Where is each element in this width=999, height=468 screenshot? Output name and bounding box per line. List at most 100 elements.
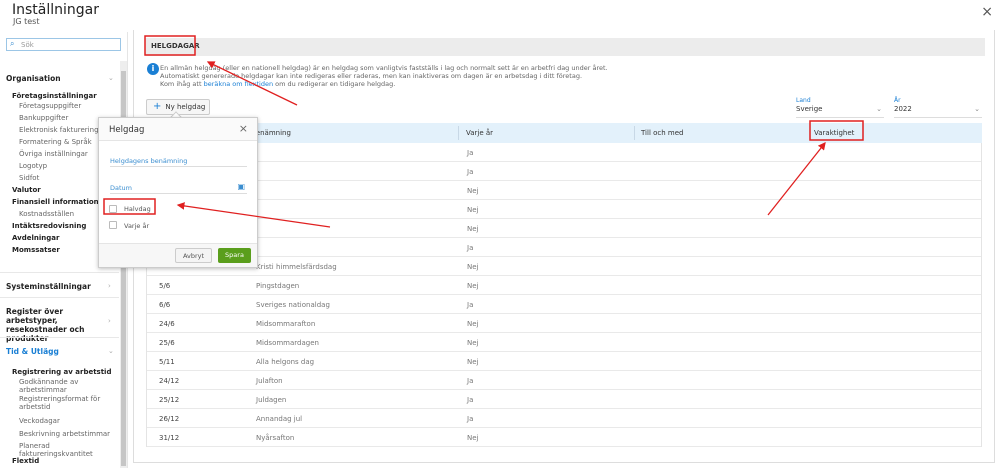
holiday-popup: Helgdag × Helgdagens benämning Datum ▣ Ha… [98,117,258,268]
table-row[interactable]: Ja [147,238,981,257]
column-divider [458,126,459,140]
every-year-checkbox[interactable] [109,221,117,229]
table-row[interactable]: 5/11 Alla helgons dag Nej [147,352,981,371]
date-cell: 6/6 [159,301,171,309]
country-select[interactable]: Sverige ⌄ [796,105,884,118]
table-row[interactable]: 6/6 Sveriges nationaldag Ja [147,295,981,314]
info-text-1: En allmän helgdag (eller en nationell he… [160,64,608,72]
every-year-cell: Ja [467,244,474,252]
calendar-icon[interactable]: ▣ [237,182,245,191]
every-year-cell: Ja [467,396,474,404]
table-row[interactable]: Ja [147,162,981,181]
name-cell: Annandag jul [256,415,303,423]
popup-header: Helgdag × [99,118,257,141]
name-cell: Pingstdagen [256,282,300,290]
every-year-cell: Nej [467,320,479,328]
search-placeholder: Sök [21,41,34,49]
sidebar-item[interactable]: Formatering & Språk [19,138,92,146]
every-year-cell: Ja [467,168,474,176]
sidebar-item[interactable]: Organisation [6,74,106,83]
info-text-2: Automatiskt genererade helgdagar kan int… [160,72,583,80]
name-cell: Sveriges nationaldag [256,301,330,309]
date-cell: 25/12 [159,396,180,404]
cancel-button[interactable]: Avbryt [175,248,212,263]
info-text-3-post: om du redigerar en tidigare helgdag. [273,80,396,88]
half-day-checkbox[interactable] [109,205,117,213]
table-row[interactable]: Nej [147,200,981,219]
sidebar-item[interactable]: Övriga inställningar [19,150,88,158]
sidebar-item[interactable]: Bankuppgifter [19,114,68,122]
table-row[interactable]: 25/6 Midsommardagen Nej [147,333,981,352]
table-row[interactable]: 26/12 Annandag jul Ja [147,409,981,428]
search-icon: ⌕ [10,39,15,48]
sidebar-item[interactable]: Logotyp [19,162,47,170]
date-label: Datum [110,184,132,192]
sidebar-item[interactable]: Sidfot [19,174,39,182]
sidebar-item[interactable]: Registrering av arbetstid [12,368,111,376]
table-row[interactable]: Nej [147,219,981,238]
sidebar-item[interactable]: Registreringsformat för arbetstid [19,395,109,411]
sidebar-item[interactable]: Intäktsredovisning [12,222,86,230]
name-cell: Alla helgons dag [256,358,315,366]
sidebar-item[interactable]: Veckodagar [19,417,60,425]
every-year-cell: Nej [467,358,479,366]
sidebar-item[interactable]: Avdelningar [12,234,59,242]
chevron-down-icon[interactable]: ⌄ [108,74,114,82]
column-every-year[interactable]: Varje år [466,129,493,137]
holiday-name-field[interactable]: Helgdagens benämning [110,157,247,167]
table-row[interactable]: 5/6 Pingstdagen Nej [147,276,981,295]
table-row[interactable]: 24/12 Julafton Ja [147,371,981,390]
sidebar-item[interactable]: Momssatser [12,246,60,254]
table-row[interactable]: 24/6 Midsommarafton Nej [147,314,981,333]
chevron-right-icon[interactable]: › [108,317,111,325]
sidebar-item[interactable]: Företagsuppgifter [19,102,81,110]
sidebar-item[interactable]: Beskrivning arbetstimmar [19,430,110,438]
sidebar-item[interactable]: Kostnadsställen [19,210,74,218]
recalculate-flextime-link[interactable]: beräkna om flextiden [204,80,274,88]
table-row[interactable]: Kristi himmelsfärdsdag Nej [147,257,981,276]
plus-icon: + [153,101,162,112]
sidebar-item[interactable]: Systeminställningar [6,282,106,291]
tab-bar [145,38,985,56]
close-icon[interactable]: × [981,4,993,20]
year-value: 2022 [894,105,912,113]
date-cell: 5/6 [159,282,171,290]
search-input[interactable]: ⌕ Sök [6,38,121,51]
sidebar-divider [0,337,119,338]
save-button[interactable]: Spara [218,248,251,263]
sidebar-item[interactable]: Finansiell information [12,198,99,206]
country-label: Land [796,97,811,104]
sidebar-item[interactable]: Elektronisk fakturering [19,126,99,134]
every-year-cell: Nej [467,339,479,347]
half-day-label: Halvdag [124,205,151,213]
close-icon[interactable]: × [239,122,248,135]
name-cell: Juldagen [256,396,287,404]
sidebar-item[interactable]: Tid & Utlägg [6,347,106,356]
year-select[interactable]: 2022 ⌄ [894,105,982,118]
chevron-down-icon: ⌄ [876,105,882,113]
sidebar-item[interactable]: Godkännande av arbetstimmar [19,378,109,394]
table-row[interactable]: Ja [147,143,981,162]
name-cell: Julafton [256,377,283,385]
column-until[interactable]: Till och med [641,129,683,137]
sidebar-item[interactable]: Företagsinställningar [12,92,97,100]
date-cell: 5/11 [159,358,175,366]
every-year-cell: Nej [467,263,479,271]
table-row[interactable]: 25/12 Juldagen Ja [147,390,981,409]
holiday-table: Ja Ja Nej Nej Nej Ja Kristi himmelsfärdsdag Nej… [146,143,982,447]
date-field[interactable]: Datum ▣ [110,182,247,194]
sidebar-item[interactable]: Planerad faktureringskvantitet [19,442,109,458]
page-title: Inställningar [12,2,100,18]
tab-helgdagar[interactable]: HELGDAGAR [145,36,200,56]
sidebar-item[interactable]: Flextid [12,457,39,465]
name-cell: Kristi himmelsfärdsdag [256,263,337,271]
column-duration[interactable]: Varaktighet [814,129,854,137]
chevron-right-icon[interactable]: › [108,282,111,290]
date-cell: 26/12 [159,415,180,423]
sidebar-item[interactable]: Valutor [12,186,41,194]
chevron-down-icon[interactable]: ⌄ [108,347,114,355]
new-holiday-label: Ny helgdag [165,103,206,111]
year-label: År [894,97,901,104]
table-row[interactable]: 31/12 Nyårsafton Nej [147,428,981,447]
table-row[interactable]: Nej [147,181,981,200]
